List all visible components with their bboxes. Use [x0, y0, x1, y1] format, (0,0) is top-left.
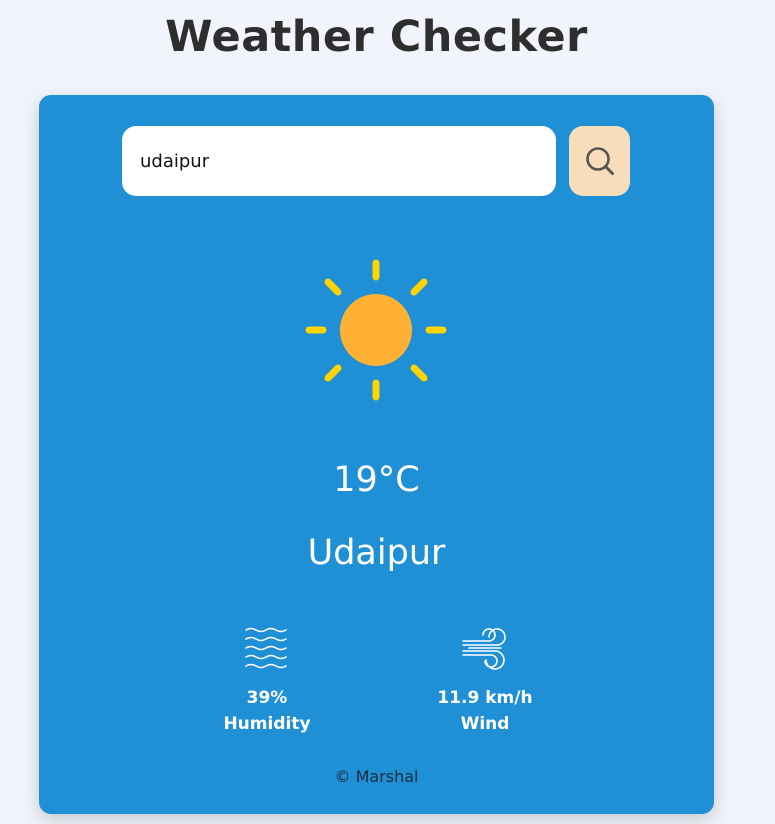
humidity-value: 39%	[246, 688, 288, 708]
search-input[interactable]	[122, 126, 556, 196]
wind-label: Wind	[460, 714, 510, 734]
page-title: Weather Checker	[165, 12, 588, 62]
city-name: Udaipur	[307, 533, 446, 573]
footer-credit: © Marshal	[334, 767, 419, 786]
weather-card: 19°C Udaipur 39% Humidity	[39, 95, 714, 814]
sun-icon	[305, 259, 447, 401]
humidity-detail: 39% Humidity	[197, 625, 337, 734]
temperature: 19°C	[333, 460, 420, 500]
humidity-waves-icon	[245, 627, 287, 669]
wind-detail: 11.9 km/h Wind	[415, 625, 555, 734]
wind-icon	[462, 628, 506, 670]
search-icon	[585, 147, 614, 175]
search-button[interactable]	[569, 126, 630, 196]
wind-value: 11.9 km/h	[437, 688, 533, 708]
humidity-label: Humidity	[223, 714, 311, 734]
